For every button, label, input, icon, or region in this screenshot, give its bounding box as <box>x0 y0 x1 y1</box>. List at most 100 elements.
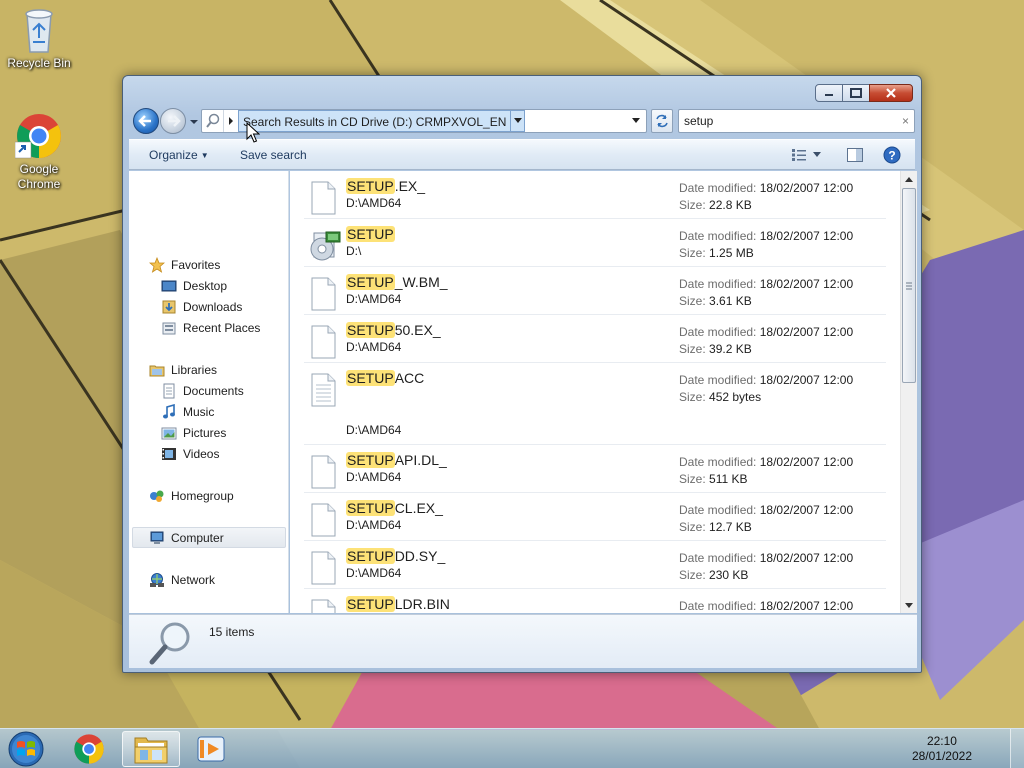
close-button[interactable] <box>869 84 913 102</box>
nav-item-desktop[interactable]: Desktop <box>161 276 227 296</box>
file-name-rest: _W.BM_ <box>394 274 448 290</box>
size-key: Size: <box>679 520 706 534</box>
size-key: Size: <box>679 568 706 582</box>
save-search-label: Save search <box>240 148 307 162</box>
nav-item-network[interactable]: Network <box>149 570 215 590</box>
file-size: Size: 3.61 KB <box>679 294 752 308</box>
show-desktop-button[interactable] <box>1010 729 1024 768</box>
result-row[interactable]: SETUP_W.BM_ D:\AMD64 Date modified: 18/02/… <box>304 267 886 315</box>
vertical-scrollbar[interactable] <box>900 171 917 613</box>
blank-file-icon <box>308 325 338 362</box>
result-row[interactable]: SETUP50.EX_ D:\AMD64 Date modified: 18/02/… <box>304 315 886 363</box>
taskbar-clock[interactable]: 22:10 28/01/2022 <box>912 734 972 764</box>
chevron-down-icon <box>190 120 198 124</box>
file-name-rest: 50.EX_ <box>394 322 441 338</box>
navigation-pane: Favorites Desktop Downloads Recent Place… <box>129 171 289 613</box>
blank-file-icon <box>308 181 338 218</box>
scroll-up-button[interactable] <box>901 171 917 187</box>
back-button[interactable] <box>133 108 159 134</box>
desktop-icon-recycle-bin[interactable]: Recycle Bin <box>1 6 77 71</box>
nav-item-libraries[interactable]: Libraries <box>149 360 217 380</box>
forward-button[interactable] <box>160 108 186 134</box>
match-highlight: SETUP <box>346 452 395 468</box>
search-input[interactable]: setup <box>684 114 713 128</box>
windows-logo-icon <box>8 731 44 767</box>
match-highlight: SETUP <box>346 548 395 564</box>
search-box[interactable]: setup × <box>678 109 915 133</box>
nav-label: Videos <box>183 447 220 461</box>
date-modified-value: 18/02/2007 12:00 <box>759 599 854 613</box>
blank-file-icon <box>308 599 338 613</box>
nav-item-favorites[interactable]: Favorites <box>149 255 220 275</box>
chevron-right-icon[interactable] <box>224 110 238 132</box>
breadcrumb-search-results[interactable]: Search Results in CD Drive (D:) CRMPXVOL… <box>238 110 512 132</box>
date-modified-value: 18/02/2007 12:00 <box>759 277 854 291</box>
date-modified-key: Date modified: <box>679 277 757 291</box>
maximize-button[interactable] <box>842 84 870 102</box>
nav-label: Recent Places <box>183 321 261 335</box>
change-view-button[interactable] <box>789 146 809 164</box>
date-modified: Date modified: 18/02/2007 12:00 <box>679 325 853 339</box>
result-row[interactable]: SETUPACC D:\AMD64 Date modified: 18/02/200… <box>304 363 886 445</box>
result-row[interactable]: SETUPDD.SY_ D:\AMD64 Date modified: 18/02/… <box>304 541 886 589</box>
nav-label: Favorites <box>171 258 221 272</box>
clock-date: 28/01/2022 <box>911 749 972 763</box>
clear-search-icon[interactable]: × <box>902 114 909 128</box>
taskbar-media-player[interactable] <box>182 731 240 767</box>
preview-pane-button[interactable] <box>845 146 865 164</box>
file-size: Size: 1.25 MB <box>679 246 754 260</box>
scroll-thumb[interactable] <box>902 188 916 383</box>
nav-item-videos[interactable]: Videos <box>161 444 219 464</box>
size-key: Size: <box>679 294 706 308</box>
recycle-bin-icon <box>25 9 53 53</box>
address-history-dropdown[interactable] <box>626 110 646 132</box>
organize-label: Organize <box>149 148 198 162</box>
size-key: Size: <box>679 390 706 404</box>
nav-item-music[interactable]: Music <box>161 402 214 422</box>
breadcrumb-dropdown-button[interactable] <box>511 110 526 132</box>
taskbar-windows-explorer[interactable] <box>122 731 180 767</box>
nav-item-pictures[interactable]: Pictures <box>161 423 226 443</box>
nav-item-homegroup[interactable]: Homegroup <box>149 486 234 506</box>
file-name-rest: CL.EX_ <box>394 500 443 516</box>
grip-icon <box>906 282 912 290</box>
taskbar-chrome[interactable] <box>60 731 118 767</box>
save-search-button[interactable]: Save search <box>240 148 307 162</box>
network-icon <box>150 573 164 587</box>
match-highlight: SETUP <box>346 322 395 338</box>
size-key: Size: <box>679 472 706 486</box>
nav-item-recent-places[interactable]: Recent Places <box>161 318 260 338</box>
match-highlight: SETUP <box>346 500 395 516</box>
recycle-bin-label: Recycle Bin <box>7 56 71 70</box>
result-row[interactable]: SETUP D:\ Date modified: 18/02/2007 12:00 S… <box>304 219 886 267</box>
view-options-dropdown[interactable] <box>811 146 823 164</box>
nav-label: Downloads <box>183 300 243 314</box>
match-highlight: SETUP <box>346 274 395 290</box>
scroll-down-button[interactable] <box>901 597 917 613</box>
result-row[interactable]: SETUPAPI.DL_ D:\AMD64 Date modified: 18/02… <box>304 445 886 493</box>
organize-button[interactable]: Organize ▼ <box>149 148 209 162</box>
minimize-button[interactable] <box>815 84 843 102</box>
mouse-cursor-icon <box>246 122 260 143</box>
result-row[interactable]: SETUP.EX_ D:\AMD64 Date modified: 18/02/20… <box>304 171 886 219</box>
size-key: Size: <box>679 198 706 212</box>
start-button[interactable] <box>0 731 52 767</box>
address-bar[interactable]: Search Results in CD Drive (D:) CRMPXVOL… <box>201 109 647 133</box>
desktop-icon-google-chrome[interactable]: Google Chrome <box>1 112 77 192</box>
date-modified: Date modified: 18/02/2007 12:00 <box>679 455 853 469</box>
result-row[interactable]: SETUPLDR.BIN Date modified: 18/02/2007 12… <box>304 589 886 613</box>
forward-arrow-icon <box>168 115 181 127</box>
help-button[interactable]: ? <box>882 146 902 164</box>
chevron-down-icon <box>632 118 640 123</box>
file-path: D:\AMD64 <box>346 292 402 306</box>
nav-item-documents[interactable]: Documents <box>161 381 244 401</box>
nav-item-computer[interactable]: Computer <box>149 528 224 548</box>
nav-label: Computer <box>171 531 224 545</box>
result-row[interactable]: SETUPCL.EX_ D:\AMD64 Date modified: 18/02/… <box>304 493 886 541</box>
videos-icon <box>162 448 176 460</box>
recent-pages-button[interactable] <box>189 116 199 126</box>
file-path: D:\AMD64 <box>346 518 402 532</box>
item-count: 15 items <box>209 625 255 639</box>
refresh-button[interactable] <box>651 109 673 133</box>
nav-item-downloads[interactable]: Downloads <box>161 297 242 317</box>
